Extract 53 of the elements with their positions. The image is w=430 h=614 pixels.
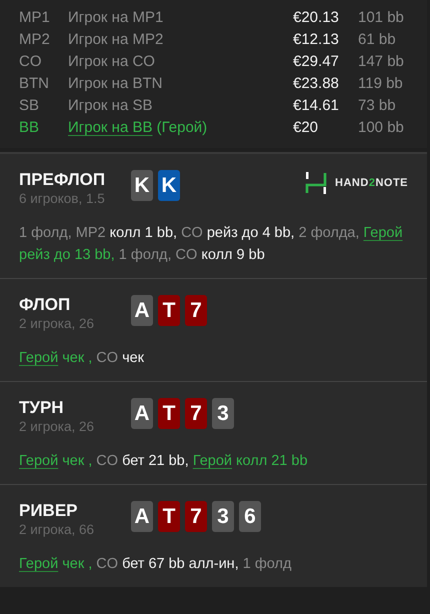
position-label: BTN xyxy=(19,74,50,94)
stack-bb: 100 bb xyxy=(358,118,405,138)
action-summary: Герой чек , CO бет 21 bb, Герой колл 21 bb xyxy=(19,452,309,471)
card: 3 xyxy=(212,501,234,532)
street-title: ТУРН xyxy=(19,398,65,418)
player-name: Игрок на MP1 xyxy=(68,9,164,26)
card: T xyxy=(158,501,180,532)
hero-tag: (Герой) xyxy=(156,119,208,136)
street-info: 2 игрока, 66 xyxy=(19,521,95,539)
stack-bb: 61 bb xyxy=(358,30,397,50)
stack-bb: 147 bb xyxy=(358,52,405,72)
street-info: 6 игроков, 1.5 xyxy=(19,190,106,208)
stack-amount: €29.47 xyxy=(293,52,340,72)
card: A xyxy=(131,295,153,326)
street-title: ПРЕФЛОП xyxy=(19,170,106,190)
card: 7 xyxy=(185,398,207,429)
street-info: 2 игрока, 26 xyxy=(19,315,95,333)
card: T xyxy=(158,295,180,326)
player-link[interactable]: Игрок на BB xyxy=(68,119,152,136)
stack-amount: €12.13 xyxy=(293,30,340,50)
card: 6 xyxy=(239,501,261,532)
player-name: Игрок на BTN xyxy=(68,75,162,92)
player-name: Игрок на MP2 xyxy=(68,31,164,48)
stack-bb: 101 bb xyxy=(358,8,405,28)
card: 7 xyxy=(185,295,207,326)
street-info: 2 игрока, 26 xyxy=(19,418,95,436)
logo-icon xyxy=(305,172,328,194)
card: 3 xyxy=(212,398,234,429)
street-title: ФЛОП xyxy=(19,295,72,315)
card: A xyxy=(131,398,153,429)
action-summary: 1 фолд, MP2 колл 1 bb, CO рейз до 4 bb, 2 фолда, Герой рейз до 13 bb, 1 фолд, CO колл 9 bb xyxy=(19,224,404,265)
stack-amount: €14.61 xyxy=(293,96,340,116)
stack-amount: €20 xyxy=(293,118,320,138)
action-summary: Герой чек , CO бет 67 bb алл-ин, 1 фолд xyxy=(19,555,292,574)
player-name: Игрок на CO xyxy=(68,53,155,70)
position-label: BB xyxy=(19,118,40,138)
stack-bb: 73 bb xyxy=(358,96,397,116)
card: K xyxy=(158,170,180,201)
action-summary: Герой чек , CO чек xyxy=(19,349,146,368)
position-label: MP1 xyxy=(19,8,51,28)
stack-amount: €23.88 xyxy=(293,74,340,94)
card: A xyxy=(131,501,153,532)
stack-amount: €20.13 xyxy=(293,8,340,28)
position-label: SB xyxy=(19,96,40,116)
card: 7 xyxy=(185,501,207,532)
position-label: CO xyxy=(19,52,42,72)
card: T xyxy=(158,398,180,429)
logo-text: HAND2NOTE xyxy=(335,177,408,189)
card: K xyxy=(131,170,153,201)
street-title: РИВЕР xyxy=(19,501,79,521)
position-label: MP2 xyxy=(19,30,51,50)
stack-bb: 119 bb xyxy=(358,74,404,94)
player-name: Игрок на SB xyxy=(68,97,152,114)
